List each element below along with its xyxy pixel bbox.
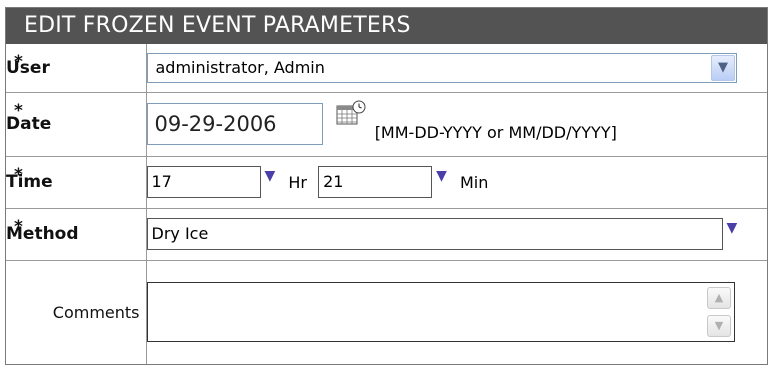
hour-dropdown-icon[interactable]: ▼ bbox=[265, 168, 276, 184]
hour-unit: Hr bbox=[288, 172, 307, 192]
method-field-cell: Dry Ice ▼ bbox=[145, 207, 767, 261]
user-select-value: administrator, Admin bbox=[155, 57, 325, 77]
comments-label-cell: Comments bbox=[6, 259, 147, 364]
user-field-cell: administrator, Admin ▼ bbox=[145, 44, 767, 93]
method-label-cell: * Method bbox=[6, 207, 147, 261]
time-field-cell: 17 ▼ Hr 21 ▼ Min bbox=[145, 155, 767, 209]
user-select[interactable]: administrator, Admin ▼ bbox=[146, 52, 737, 83]
scroll-up-icon[interactable]: ▲ bbox=[707, 287, 731, 310]
method-dropdown-icon[interactable]: ▼ bbox=[727, 220, 738, 236]
hour-input[interactable]: 17 bbox=[146, 166, 261, 198]
minute-dropdown-icon[interactable]: ▼ bbox=[436, 168, 447, 184]
comments-label: Comments bbox=[52, 302, 140, 322]
comments-field-cell: ▲ ▼ bbox=[145, 259, 767, 364]
required-marker: * bbox=[14, 216, 23, 237]
minute-input[interactable]: 21 bbox=[318, 166, 433, 198]
form-table: * User administrator, Admin ▼ * Date 09-… bbox=[6, 44, 767, 364]
date-label-cell: * Date bbox=[6, 91, 147, 157]
required-marker: * bbox=[14, 164, 23, 185]
chevron-down-icon[interactable]: ▼ bbox=[711, 54, 735, 81]
calendar-icon[interactable] bbox=[336, 100, 366, 132]
date-label: Date bbox=[6, 114, 52, 134]
user-label: User bbox=[6, 57, 50, 78]
date-field-cell: 09-29-2006 [MM-DD-YYYY or MM/DD/YYYY] bbox=[145, 91, 767, 157]
date-input[interactable]: 09-29-2006 bbox=[146, 103, 323, 145]
form-title: EDIT FROZEN EVENT PARAMETERS bbox=[6, 8, 767, 44]
comments-textarea[interactable]: ▲ ▼ bbox=[146, 282, 735, 343]
time-label-cell: * Time bbox=[6, 155, 147, 209]
date-format-hint: [MM-DD-YYYY or MM/DD/YYYY] bbox=[374, 122, 617, 142]
time-label: Time bbox=[6, 172, 53, 192]
scroll-down-icon[interactable]: ▼ bbox=[707, 315, 731, 338]
required-marker: * bbox=[14, 52, 23, 72]
required-marker: * bbox=[14, 100, 23, 121]
frozen-event-form: EDIT FROZEN EVENT PARAMETERS * User admi… bbox=[5, 7, 768, 365]
method-input[interactable]: Dry Ice bbox=[146, 218, 723, 250]
minute-unit: Min bbox=[459, 172, 489, 192]
user-label-cell: * User bbox=[6, 44, 147, 93]
